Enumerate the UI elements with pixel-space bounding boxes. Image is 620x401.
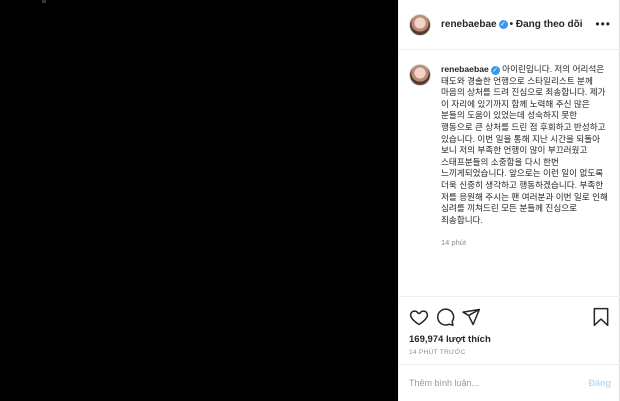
- verified-icon: ✓: [490, 66, 500, 75]
- media-artifact: [42, 0, 46, 3]
- separator: •: [509, 19, 514, 30]
- more-horizontal-icon[interactable]: •••: [595, 17, 611, 31]
- caption-text: renebaebae ✓ 아이린입니다. 저의 어리석은 태도와 경솔한 언행으로…: [441, 64, 611, 226]
- post-media[interactable]: [0, 0, 398, 401]
- share-icon[interactable]: [461, 307, 481, 327]
- bookmark-icon[interactable]: [591, 307, 611, 327]
- caption-time: 14 phút: [441, 238, 467, 248]
- header-username[interactable]: renebaebae: [441, 19, 497, 30]
- caption-content: 아이린입니다. 저의 어리석은 태도와 경솔한 언행으로 스타일리스트 분께 마…: [441, 64, 608, 225]
- verified-icon: ✓: [498, 20, 508, 29]
- comment-input[interactable]: [409, 378, 583, 388]
- like-count[interactable]: 169,974 lượt thích: [409, 334, 491, 345]
- heart-icon[interactable]: [409, 307, 429, 327]
- post-side-panel: renebaebae ✓ • Đang theo dõi ••• renebae…: [398, 0, 620, 401]
- avatar[interactable]: [409, 13, 431, 36]
- post-header: renebaebae ✓ • Đang theo dõi •••: [399, 0, 620, 50]
- post-comment-button[interactable]: Đăng: [589, 378, 612, 388]
- follow-button[interactable]: Đang theo dõi: [516, 19, 583, 30]
- comment-icon[interactable]: [435, 307, 455, 327]
- comments-area[interactable]: renebaebae ✓ 아이린입니다. 저의 어리석은 태도와 경솔한 언행으로…: [399, 50, 620, 296]
- caption-body: renebaebae ✓ 아이린입니다. 저의 어리석은 태도와 경솔한 언행으로…: [441, 64, 611, 247]
- caption-avatar[interactable]: [409, 64, 431, 86]
- caption-username[interactable]: renebaebae: [441, 64, 489, 74]
- post-timestamp[interactable]: 14 PHÚT TRƯỚC: [409, 349, 466, 356]
- add-comment-bar: Đăng: [399, 364, 620, 401]
- follow-status[interactable]: • Đang theo dõi: [510, 19, 583, 30]
- caption: renebaebae ✓ 아이린입니다. 저의 어리석은 태도와 경솔한 언행으로…: [409, 64, 611, 247]
